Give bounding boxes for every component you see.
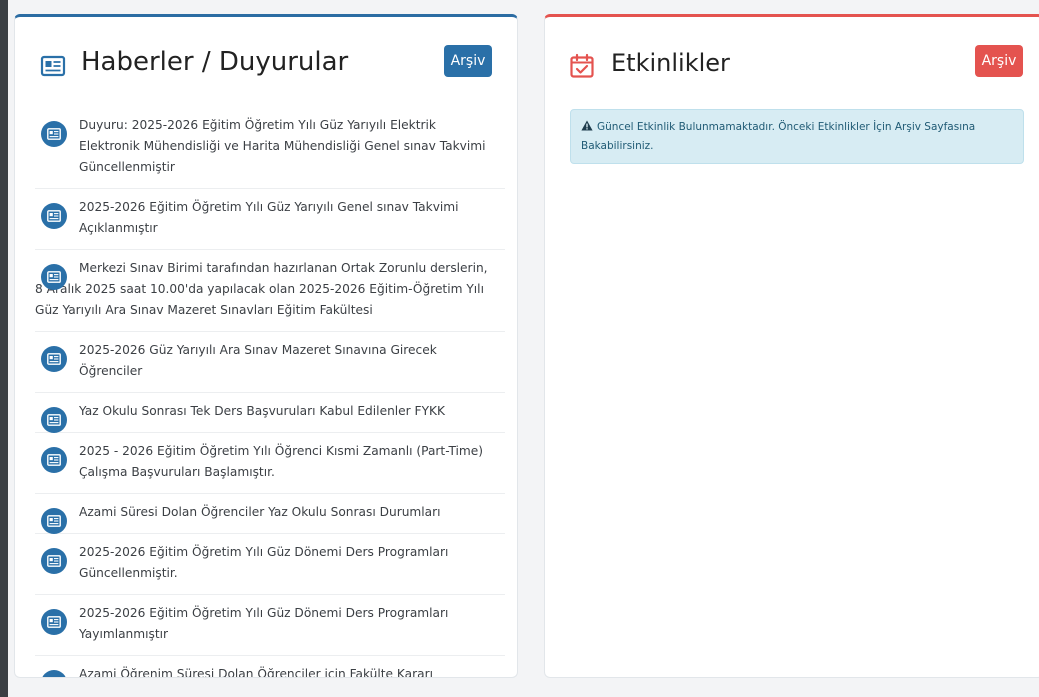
news-item[interactable]: 2025-2026 Eğitim Öğretim Yılı Güz Dönemi… [35,595,505,656]
calendar-check-icon [569,53,595,79]
news-item[interactable]: Yaz Okulu Sonrası Tek Ders Başvuruları K… [35,393,505,433]
news-item[interactable]: Azami Öğrenim Süresi Dolan Öğrenciler iç… [35,656,505,678]
newspaper-icon [41,346,67,372]
newspaper-icon [41,548,67,574]
news-panel: Haberler / Duyurular Arşiv Duyuru: 2025-… [14,14,518,678]
news-item[interactable]: 2025-2026 Güz Yarıyılı Ara Sınav Mazeret… [35,332,505,393]
newspaper-icon [41,203,67,229]
news-item[interactable]: Duyuru: 2025-2026 Eğitim Öğretim Yılı Gü… [35,107,505,189]
left-edge-bar [0,0,8,697]
news-item[interactable]: 2025 - 2026 Eğitim Öğretim Yılı Öğrenci … [35,433,505,494]
newspaper-icon [41,609,67,635]
events-panel-header: Etkinlikler Arşiv [545,17,1039,97]
news-item-text: Azami Öğrenim Süresi Dolan Öğrenciler iç… [79,667,434,678]
news-list: Duyuru: 2025-2026 Eğitim Öğretim Yılı Gü… [15,107,505,678]
newspaper-icon [41,670,67,677]
warning-icon [581,119,593,137]
news-item-text: Duyuru: 2025-2026 Eğitim Öğretim Yılı Gü… [79,118,486,174]
news-item[interactable]: Azami Süresi Dolan Öğrenciler Yaz Okulu … [35,494,505,534]
newspaper-icon [41,407,67,433]
events-title: Etkinlikler [611,49,730,77]
newspaper-icon [41,264,67,290]
news-item[interactable]: 2025-2026 Eğitim Öğretim Yılı Güz Yarıyı… [35,189,505,250]
no-events-alert: Güncel Etkinlik Bulunmamaktadır. Önceki … [570,109,1024,164]
events-panel: Etkinlikler Arşiv Güncel Etkinlik Bulunm… [544,14,1039,678]
news-item-text: 2025-2026 Güz Yarıyılı Ara Sınav Mazeret… [79,343,437,378]
news-item-text: Yaz Okulu Sonrası Tek Ders Başvuruları K… [79,404,445,418]
events-archive-button[interactable]: Arşiv [975,45,1023,77]
newspaper-icon [41,121,67,147]
news-archive-button[interactable]: Arşiv [444,45,492,77]
news-item-text: Merkezi Sınav Birimi tarafından hazırlan… [35,261,488,317]
news-item-text: Azami Süresi Dolan Öğrenciler Yaz Okulu … [79,505,441,519]
news-item-text: 2025 - 2026 Eğitim Öğretim Yılı Öğrenci … [79,444,484,479]
newspaper-icon [40,53,66,79]
no-events-alert-text: Güncel Etkinlik Bulunmamaktadır. Önceki … [581,121,976,152]
news-title: Haberler / Duyurular [81,47,349,77]
news-item[interactable]: 2025-2026 Eğitim Öğretim Yılı Güz Dönemi… [35,534,505,595]
news-item-text: 2025-2026 Eğitim Öğretim Yılı Güz Yarıyı… [79,200,459,235]
news-item[interactable]: Merkezi Sınav Birimi tarafından hazırlan… [35,250,505,332]
newspaper-icon [41,508,67,534]
news-item-text: 2025-2026 Eğitim Öğretim Yılı Güz Dönemi… [79,606,449,641]
news-panel-header: Haberler / Duyurular Arşiv [15,17,517,97]
newspaper-icon [41,447,67,473]
news-item-text: 2025-2026 Eğitim Öğretim Yılı Güz Dönemi… [79,545,449,580]
